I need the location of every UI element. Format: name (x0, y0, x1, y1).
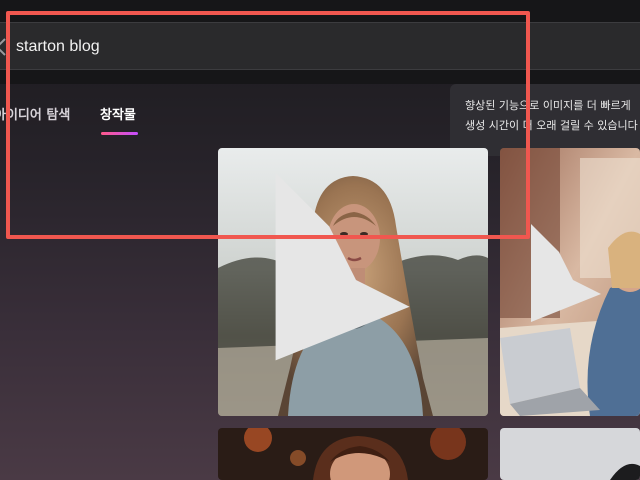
generated-image (500, 428, 640, 480)
info-tooltip: 향상된 기능으로 이미지를 더 빠르게 생성 시간이 더 오래 걸릴 수 있습니… (450, 84, 640, 156)
bing-mark-icon (531, 224, 601, 322)
tab-creations[interactable]: 창작물 (100, 104, 136, 123)
chevron-left-icon[interactable] (0, 37, 8, 57)
search-input[interactable] (16, 35, 496, 59)
bing-mark-icon (275, 172, 410, 361)
image-card-portrait-2[interactable] (218, 428, 488, 480)
generated-image (218, 428, 488, 480)
image-card-4[interactable] (500, 428, 640, 480)
active-tab-indicator (101, 132, 138, 135)
tab-bar: 아이디어 탐색 창작물 (0, 104, 240, 138)
tooltip-line-1: 향상된 기능으로 이미지를 더 빠르게 (465, 99, 631, 112)
image-card-laptop[interactable] (500, 148, 640, 416)
image-card-portrait[interactable] (218, 148, 488, 416)
tooltip-line-2: 생성 시간이 더 오래 걸릴 수 있습니다 (465, 119, 638, 132)
tab-explore-ideas[interactable]: 아이디어 탐색 (0, 104, 70, 123)
search-bar (0, 22, 640, 70)
